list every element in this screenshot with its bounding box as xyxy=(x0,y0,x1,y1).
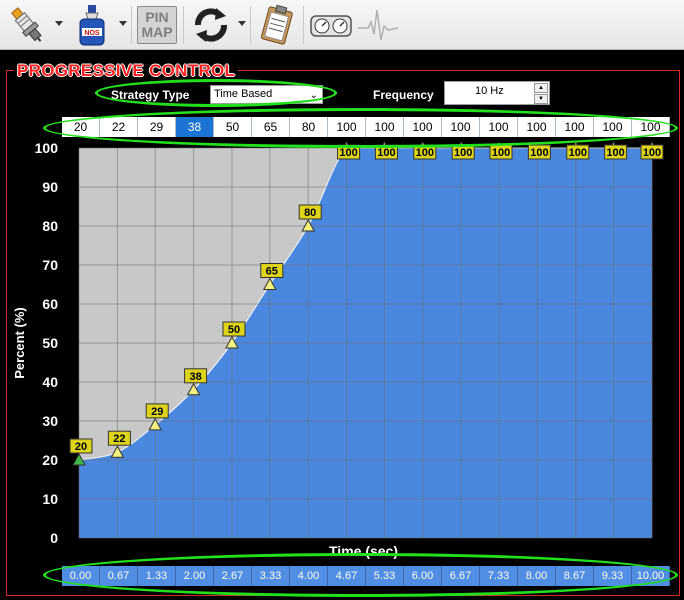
y-tick-label: 60 xyxy=(42,296,58,312)
data-label: 50 xyxy=(228,324,240,336)
y-tick-label: 90 xyxy=(42,179,58,195)
y-tick-label: 100 xyxy=(35,140,59,156)
data-label: 100 xyxy=(569,147,587,159)
data-label: 80 xyxy=(304,207,316,219)
data-label: 65 xyxy=(266,266,278,278)
data-label: 100 xyxy=(416,147,434,159)
data-label: 22 xyxy=(113,433,125,445)
percent-row-highlight-ring xyxy=(43,108,678,148)
data-label: 100 xyxy=(643,147,661,159)
strategy-highlight-ring xyxy=(95,79,337,107)
time-row-highlight-ring xyxy=(43,553,678,597)
y-tick-label: 70 xyxy=(42,257,58,273)
y-tick-label: 20 xyxy=(42,452,58,468)
data-label: 100 xyxy=(492,147,510,159)
y-tick-label: 30 xyxy=(42,413,58,429)
data-label: 100 xyxy=(530,147,548,159)
data-label: 29 xyxy=(151,406,163,418)
y-axis-label: Percent (%) xyxy=(12,307,27,379)
y-tick-label: 80 xyxy=(42,218,58,234)
y-tick-label: 50 xyxy=(42,335,58,351)
data-label: 100 xyxy=(606,147,624,159)
data-label: 100 xyxy=(377,147,395,159)
data-label: 100 xyxy=(339,147,357,159)
y-tick-label: 0 xyxy=(50,530,58,546)
data-label: 20 xyxy=(75,441,87,453)
data-label: 100 xyxy=(454,147,472,159)
y-tick-label: 10 xyxy=(42,491,58,507)
data-label: 38 xyxy=(189,371,201,383)
y-tick-label: 40 xyxy=(42,374,58,390)
